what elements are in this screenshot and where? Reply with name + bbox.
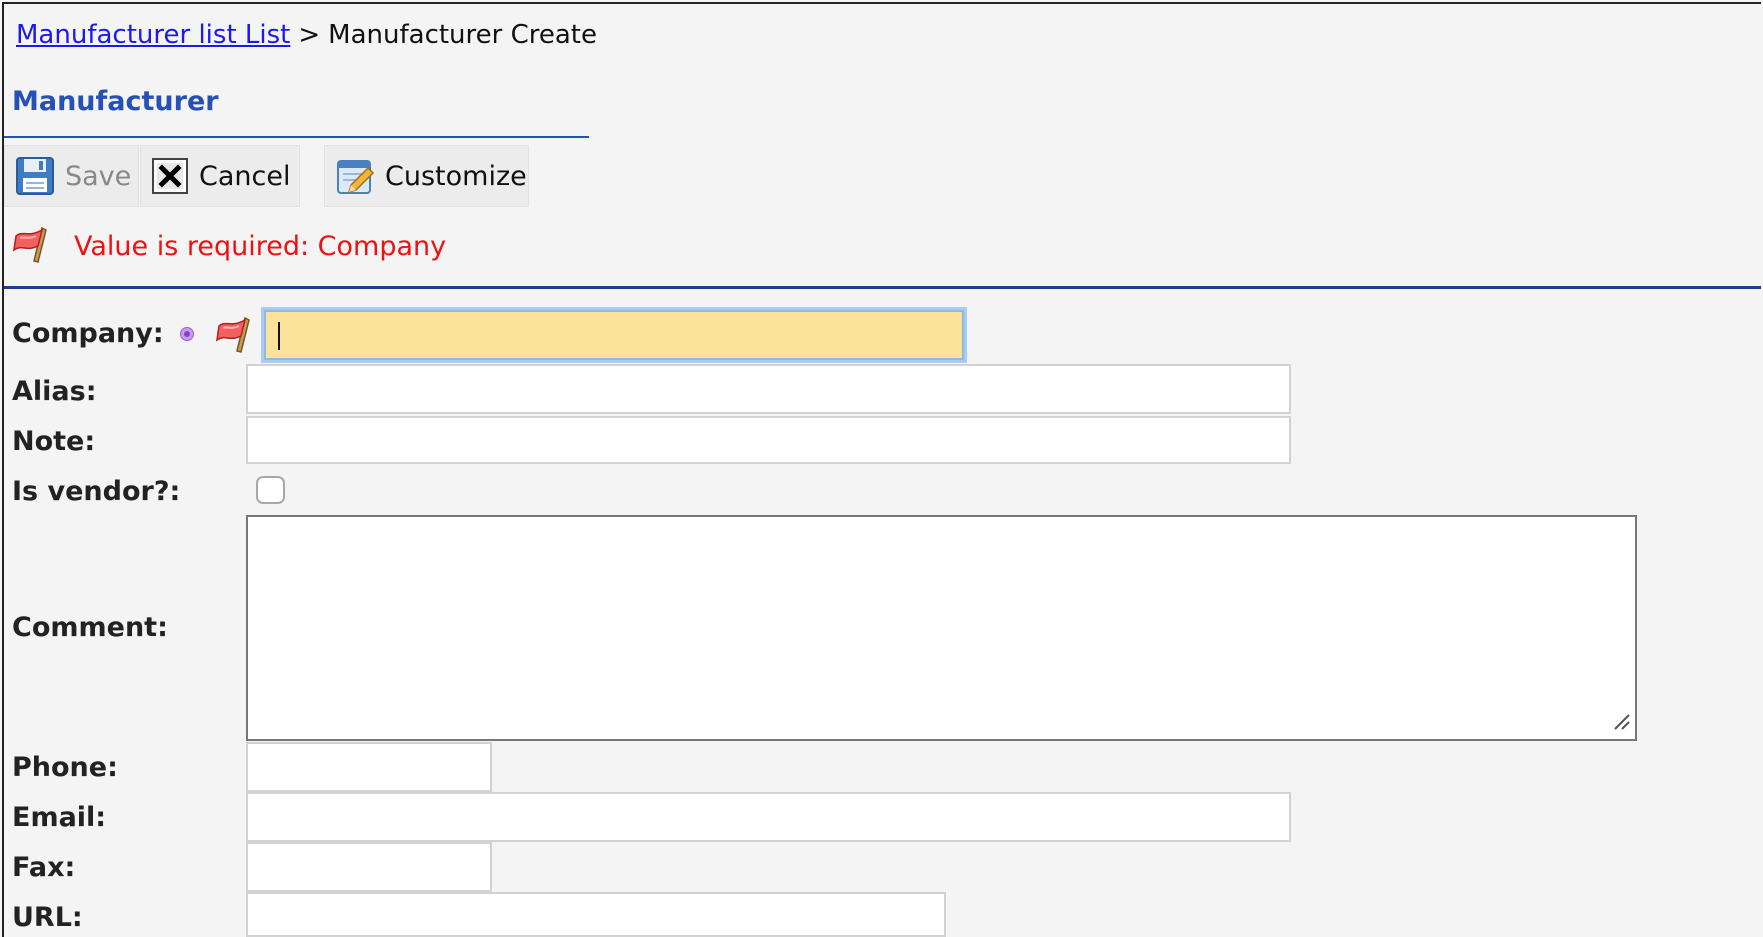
alias-label: Alias: bbox=[12, 376, 97, 407]
url-label: URL: bbox=[12, 902, 83, 933]
floppy-disk-icon bbox=[15, 156, 55, 196]
error-message: Value is required: Company bbox=[12, 224, 446, 268]
phone-label: Phone: bbox=[12, 752, 118, 783]
section-title: Manufacturer bbox=[12, 86, 219, 117]
breadcrumb-separator: > bbox=[298, 20, 321, 50]
phone-input[interactable] bbox=[246, 742, 492, 792]
error-text: Value is required: Company bbox=[74, 230, 447, 262]
save-button-label: Save bbox=[65, 160, 132, 192]
save-button[interactable]: Save bbox=[4, 145, 139, 207]
breadcrumb-link-manufacturer-list[interactable]: Manufacturer list List bbox=[16, 20, 290, 50]
breadcrumb-current: Manufacturer Create bbox=[328, 20, 597, 50]
comment-textarea[interactable] bbox=[246, 515, 1637, 741]
comment-label: Comment: bbox=[12, 612, 168, 643]
is-vendor-checkbox[interactable] bbox=[256, 476, 285, 504]
alias-input[interactable] bbox=[246, 364, 1291, 414]
cancel-button[interactable]: Cancel bbox=[140, 145, 300, 207]
cancel-button-label: Cancel bbox=[199, 160, 291, 192]
required-dot-icon bbox=[180, 327, 194, 341]
company-input[interactable] bbox=[264, 310, 964, 360]
url-input[interactable] bbox=[246, 892, 946, 937]
red-flag-icon bbox=[215, 314, 255, 358]
note-input[interactable] bbox=[246, 416, 1291, 464]
red-flag-icon bbox=[12, 224, 52, 268]
email-input[interactable] bbox=[246, 792, 1291, 842]
form-divider bbox=[4, 286, 1761, 289]
breadcrumb: Manufacturer list List > Manufacturer Crea… bbox=[16, 18, 597, 52]
is-vendor-label: Is vendor?: bbox=[12, 476, 181, 507]
customize-pencil-icon bbox=[335, 156, 375, 196]
customize-button[interactable]: Customize bbox=[324, 145, 529, 207]
text-caret bbox=[278, 322, 280, 350]
email-label: Email: bbox=[12, 802, 107, 833]
customize-button-label: Customize bbox=[385, 160, 527, 192]
note-label: Note: bbox=[12, 426, 96, 457]
close-box-icon bbox=[151, 157, 189, 195]
resize-grip-icon[interactable] bbox=[1611, 711, 1631, 735]
company-label: Company: bbox=[12, 318, 164, 349]
fax-label: Fax: bbox=[12, 852, 76, 883]
fax-input[interactable] bbox=[246, 842, 492, 892]
section-underline bbox=[4, 136, 589, 138]
